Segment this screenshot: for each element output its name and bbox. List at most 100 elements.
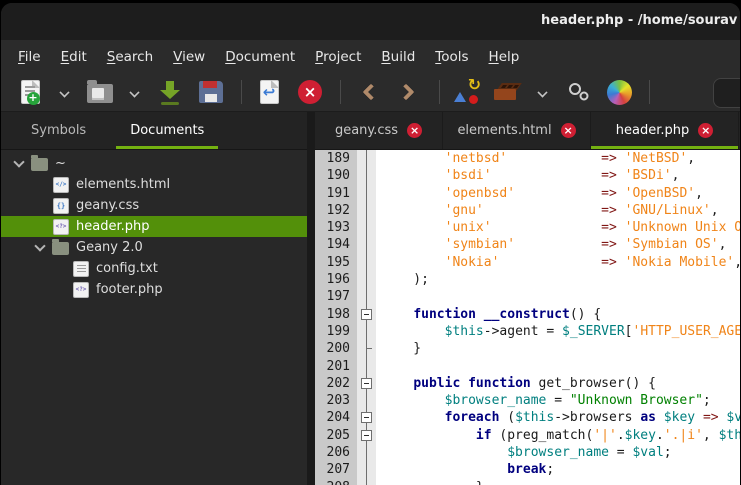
close-document-button[interactable]: × [295,77,325,107]
revert-button[interactable]: ↩ [254,77,284,107]
code-token: as [640,410,656,425]
editor-tab-header.php[interactable]: header.php× [591,112,739,149]
line-number[interactable]: 197 [315,288,357,305]
code-line[interactable]: if (preg_match('|'.$key.'.|i', $this->ag… [376,427,740,444]
line-number[interactable]: 206 [315,444,357,461]
fold-minus-box[interactable] [361,378,372,389]
code-line[interactable]: 'gnu' => 'GNU/Linux', [376,202,740,219]
tab-close-icon[interactable]: × [698,123,713,138]
code-token: $this [515,410,554,425]
code-line[interactable]: foreach ($this->browsers as $key => $val… [376,409,740,426]
menu-tools[interactable]: Tools [425,43,478,71]
line-number[interactable]: 205 [315,427,357,444]
line-number[interactable]: 202 [315,375,357,392]
run-button[interactable] [563,77,593,107]
code-line[interactable]: break; [376,461,740,478]
code-line[interactable]: ); [376,271,740,288]
tree-item-elements.html[interactable]: elements.html [1,174,307,195]
menu-view[interactable]: View [163,43,215,71]
build-button[interactable] [493,77,523,107]
code-line[interactable]: $browser_name = $val; [376,444,740,461]
navigate-forward-button[interactable] [394,77,424,107]
save-button[interactable] [155,77,185,107]
code-line[interactable]: 'openbsd' => 'OpenBSD', [376,185,740,202]
code-line[interactable]: $this->agent = $_SERVER['HTTP_USER_AGENT… [376,323,740,340]
code-line[interactable]: public function get_browser() { [376,375,740,392]
menu-help[interactable]: Help [479,43,530,71]
line-number[interactable]: 203 [315,392,357,409]
new-document-dropdown-icon[interactable] [56,77,74,107]
title-bar[interactable]: header.php - /home/sourav - [1,3,740,40]
code-line[interactable]: function __construct() { [376,306,740,323]
line-number[interactable]: 192 [315,202,357,219]
color-chooser-button[interactable] [604,77,634,107]
pane-splitter[interactable] [307,112,315,485]
expander-chevron-icon[interactable] [34,240,45,251]
expander-chevron-icon[interactable] [13,156,24,167]
menu-project[interactable]: Project [305,43,371,71]
tab-close-icon[interactable]: × [561,123,576,138]
tree-item-config.txt[interactable]: config.txt [1,258,307,279]
fold-collapse-icon[interactable] [357,409,376,426]
menu-search[interactable]: Search [97,43,163,71]
line-number[interactable]: 193 [315,219,357,236]
code-line[interactable]: 'netbsd' => 'NetBSD', [376,150,740,167]
build-brick-icon [493,81,523,103]
line-number[interactable]: 195 [315,254,357,271]
open-file-button[interactable] [85,77,115,107]
line-number[interactable]: 207 [315,461,357,478]
menu-file[interactable]: File [8,43,51,71]
code-line[interactable] [376,358,740,375]
code-editor[interactable]: 1891901911921931941951961971981992002012… [315,150,740,485]
fold-collapse-icon[interactable] [357,375,376,392]
menu-edit[interactable]: Edit [51,43,97,71]
tree-item-geany-2.0[interactable]: Geany 2.0 [1,237,307,258]
new-document-button[interactable]: + [15,77,45,107]
line-number[interactable]: 199 [315,323,357,340]
code-line[interactable]: 'Nokia' => 'Nokia Mobile', [376,254,740,271]
line-number[interactable]: 196 [315,271,357,288]
menu-build[interactable]: Build [371,43,425,71]
sidebar-tab-symbols[interactable]: Symbols [17,112,100,149]
tree-item-geany.css[interactable]: geany.css [1,195,307,216]
search-input[interactable] [713,78,740,108]
navigate-back-button[interactable] [353,77,383,107]
compile-button[interactable]: ↻ [452,77,482,107]
tab-close-icon[interactable]: × [407,123,422,138]
line-number[interactable]: 208 [315,479,357,485]
line-number[interactable]: 189 [315,150,357,167]
save-all-button[interactable] [196,77,226,107]
line-number[interactable]: 190 [315,167,357,184]
sidebar-tab-documents[interactable]: Documents [116,112,218,149]
code-token: 'Nokia Mobile' [625,255,735,270]
editor-tab-elements.html[interactable]: elements.html× [443,112,591,149]
code-line[interactable]: 'bsdi' => 'BSDi', [376,167,740,184]
line-number[interactable]: 191 [315,185,357,202]
open-file-dropdown-icon[interactable] [126,77,144,107]
fold-minus-box[interactable] [361,309,372,320]
code-line[interactable]: 'unix' => 'Unknown Unix OS', [376,219,740,236]
line-number[interactable]: 200 [315,340,357,357]
fold-margin[interactable] [357,150,376,485]
code-line[interactable]: 'symbian' => 'Symbian OS', [376,236,740,253]
menu-document[interactable]: Document [215,43,305,71]
code-line[interactable]: $browser_name = "Unknown Browser"; [376,392,740,409]
fold-minus-box[interactable] [361,430,372,441]
line-number[interactable]: 204 [315,409,357,426]
code-line[interactable] [376,288,740,305]
tree-item-footer.php[interactable]: footer.php [1,279,307,300]
fold-minus-box[interactable] [361,412,372,423]
line-number[interactable]: 198 [315,306,357,323]
code-line[interactable]: } [376,479,740,485]
line-number[interactable]: 201 [315,358,357,375]
code-line[interactable]: } [376,340,740,357]
line-number-gutter[interactable]: 1891901911921931941951961971981992002012… [315,150,357,485]
editor-tab-geany.css[interactable]: geany.css× [315,112,443,149]
code-text[interactable]: 'netbsd' => 'NetBSD', 'bsdi' => 'BSDi', … [376,150,740,485]
build-dropdown-icon[interactable] [534,77,552,107]
tree-item-header.php[interactable]: header.php [1,216,307,237]
line-number[interactable]: 194 [315,236,357,253]
fold-collapse-icon[interactable] [357,427,376,444]
fold-collapse-icon[interactable] [357,306,376,323]
tree-item--[interactable]: ~ [1,153,307,174]
